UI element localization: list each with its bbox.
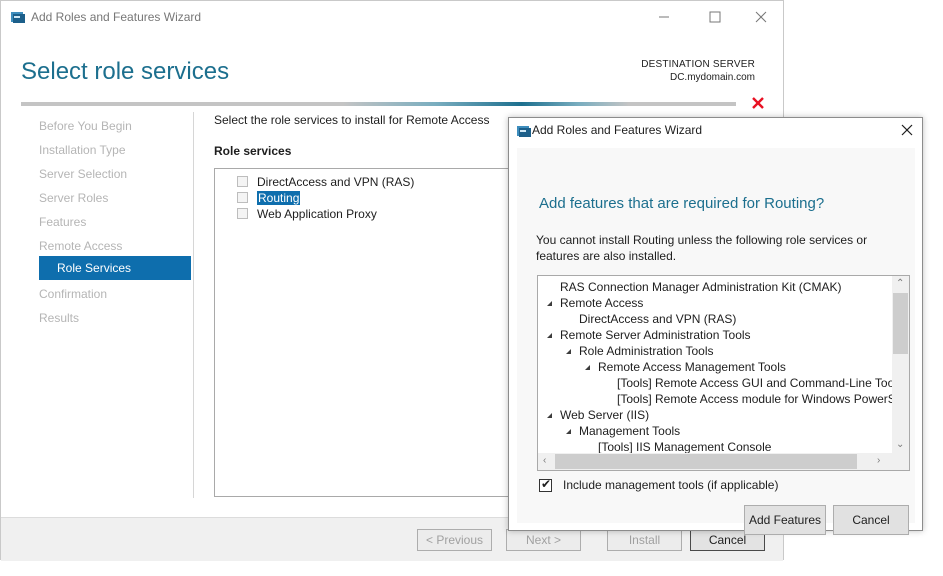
feature-label: Web Server (IIS) bbox=[560, 408, 650, 422]
nav-item-role-services[interactable]: Role Services bbox=[39, 256, 191, 280]
close-icon[interactable] bbox=[754, 10, 768, 24]
feature-tree-item[interactable]: Remote Access Management Tools bbox=[585, 360, 786, 376]
install-button[interactable]: Install bbox=[607, 529, 682, 551]
feature-label: Role Administration Tools bbox=[579, 344, 714, 358]
expand-arrow-icon[interactable] bbox=[547, 301, 552, 306]
nav-item-before-you-begin[interactable]: Before You Begin bbox=[39, 119, 132, 133]
feature-label: [Tools] IIS Management Console bbox=[598, 440, 772, 454]
expand-arrow-icon[interactable] bbox=[566, 429, 571, 434]
feature-tree-item[interactable]: Remote Server Administration Tools bbox=[547, 328, 751, 344]
destination-server-label: DESTINATION SERVER bbox=[641, 59, 755, 70]
dialog-description: You cannot install Routing unless the fo… bbox=[536, 233, 868, 263]
role-services-tree[interactable]: DirectAccess and VPN (RAS) Routing Web A… bbox=[214, 168, 514, 497]
role-service-label: Web Application Proxy bbox=[257, 207, 377, 221]
feature-tree-item[interactable]: DirectAccess and VPN (RAS) bbox=[579, 312, 736, 328]
feature-label: Remote Access Management Tools bbox=[598, 360, 786, 374]
nav-item-results[interactable]: Results bbox=[39, 311, 79, 325]
dialog-title: Add Roles and Features Wizard bbox=[532, 123, 703, 137]
scroll-up-icon[interactable]: ⌃ bbox=[896, 278, 904, 289]
wizard-titlebar[interactable]: Add Roles and Features Wizard bbox=[1, 1, 783, 34]
feature-label: Management Tools bbox=[579, 424, 681, 438]
feature-label: Remote Access bbox=[560, 296, 644, 310]
feature-tree-item[interactable]: RAS Connection Manager Administration Ki… bbox=[560, 280, 841, 296]
nav-item-server-roles[interactable]: Server Roles bbox=[39, 191, 108, 205]
horizontal-scrollbar[interactable]: ‹ › bbox=[538, 453, 909, 470]
feature-tree-item[interactable]: [Tools] Remote Access GUI and Command-Li… bbox=[617, 376, 903, 392]
expand-arrow-icon[interactable] bbox=[566, 349, 571, 354]
maximize-icon[interactable] bbox=[708, 10, 722, 24]
add-features-dialog: Add Roles and Features Wizard Add featur… bbox=[508, 117, 923, 535]
server-manager-icon bbox=[11, 12, 25, 23]
progress-bar bbox=[21, 102, 736, 106]
previous-button[interactable]: < Previous bbox=[417, 529, 492, 551]
include-management-tools-checkbox[interactable]: ✔ bbox=[539, 477, 552, 492]
nav-item-server-selection[interactable]: Server Selection bbox=[39, 167, 127, 181]
feature-label: [Tools] Remote Access GUI and Command-Li… bbox=[617, 376, 903, 390]
role-services-heading: Role services bbox=[214, 144, 292, 158]
feature-tree-item[interactable]: [Tools] Remote Access module for Windows… bbox=[617, 392, 910, 408]
dialog-heading: Add features that are required for Routi… bbox=[539, 195, 825, 212]
vertical-scrollbar[interactable]: ⌃ ⌄ bbox=[892, 276, 909, 455]
scroll-down-icon[interactable]: ⌄ bbox=[896, 439, 904, 450]
add-features-button[interactable]: Add Features bbox=[744, 505, 826, 535]
feature-tree-item[interactable]: Remote Access bbox=[547, 296, 643, 312]
feature-label: DirectAccess and VPN (RAS) bbox=[579, 312, 737, 326]
expand-arrow-icon[interactable] bbox=[547, 333, 552, 338]
close-icon[interactable] bbox=[900, 123, 914, 137]
feature-tree-item[interactable]: Role Administration Tools bbox=[566, 344, 714, 360]
feature-tree-item[interactable]: Management Tools bbox=[566, 424, 680, 440]
required-features-tree[interactable]: RAS Connection Manager Administration Ki… bbox=[537, 275, 910, 471]
include-management-tools-label[interactable]: Include management tools (if applicable) bbox=[563, 478, 778, 492]
expand-arrow-icon[interactable] bbox=[585, 365, 590, 370]
wizard-nav: Before You Begin Installation Type Serve… bbox=[21, 112, 194, 498]
scrollbar-thumb[interactable] bbox=[555, 454, 857, 469]
feature-tree-item[interactable]: Web Server (IIS) bbox=[547, 408, 649, 424]
nav-item-installation-type[interactable]: Installation Type bbox=[39, 143, 126, 157]
checkmark-icon: ✔ bbox=[541, 477, 552, 491]
role-service-label: Routing bbox=[257, 191, 301, 205]
wizard-title: Add Roles and Features Wizard bbox=[31, 10, 202, 24]
page-title: Select role services bbox=[21, 58, 230, 85]
error-x-icon[interactable] bbox=[750, 95, 766, 111]
destination-server-name: DC.mydomain.com bbox=[669, 72, 755, 83]
scrollbar-thumb[interactable] bbox=[893, 293, 908, 354]
nav-item-confirmation[interactable]: Confirmation bbox=[39, 287, 107, 301]
nav-item-features[interactable]: Features bbox=[39, 215, 86, 229]
cancel-button[interactable]: Cancel bbox=[833, 505, 909, 535]
role-service-label: DirectAccess and VPN (RAS) bbox=[257, 175, 415, 189]
dialog-body: Add features that are required for Routi… bbox=[517, 148, 915, 535]
next-button[interactable]: Next > bbox=[506, 529, 581, 551]
checkbox[interactable] bbox=[237, 176, 248, 187]
scroll-right-icon[interactable]: › bbox=[877, 455, 880, 466]
expand-arrow-icon[interactable] bbox=[547, 413, 552, 418]
server-manager-icon bbox=[517, 126, 531, 137]
nav-item-label: Role Services bbox=[57, 261, 132, 275]
scroll-left-icon[interactable]: ‹ bbox=[543, 455, 546, 466]
checkbox[interactable] bbox=[237, 208, 248, 219]
feature-label: [Tools] Remote Access module for Windows… bbox=[617, 392, 910, 406]
feature-label: Remote Server Administration Tools bbox=[560, 328, 751, 342]
checkbox[interactable] bbox=[237, 192, 248, 203]
nav-item-remote-access[interactable]: Remote Access bbox=[39, 239, 122, 253]
instruction-text: Select the role services to install for … bbox=[214, 113, 490, 127]
feature-label: RAS Connection Manager Administration Ki… bbox=[560, 280, 842, 294]
minimize-icon[interactable] bbox=[657, 10, 671, 24]
